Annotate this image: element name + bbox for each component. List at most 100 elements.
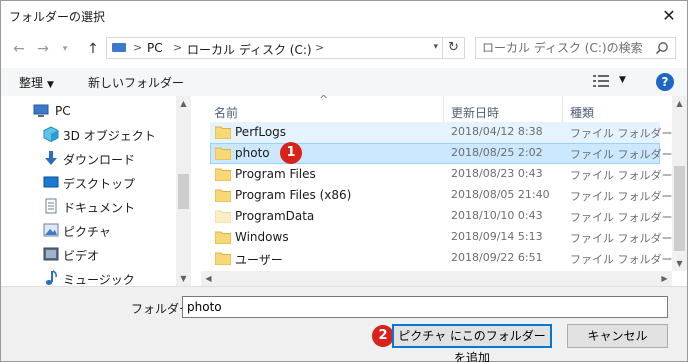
list-item-selected[interactable]: photo 2018/08/25 2:02 ファイル フォルダー [210,143,673,164]
scroll-left-icon[interactable]: ◀ [201,271,216,286]
nav-item-videos[interactable]: ビデオ [1,242,176,266]
breadcrumb-pc[interactable]: PC [147,41,163,55]
file-date: 2018/08/05 21:40 [451,188,550,201]
organize-button[interactable]: 整理 ▼ [19,74,54,91]
nav-label: ダウンロード [63,153,136,167]
breadcrumb-separator-icon[interactable]: > [315,41,324,54]
view-options-icon[interactable] [593,75,609,87]
file-type: ファイル フォルダー [570,190,673,203]
pc-icon [33,104,49,117]
list-item[interactable]: ユーザー 2018/09/22 6:51 ファイル フォルダー [210,248,673,269]
forward-arrow-icon[interactable]: → [33,39,53,59]
file-list: ^ 名前 更新日時 種類 PerfLogs 2018/04/12 8:38 ファ… [201,93,687,286]
file-date: 2018/10/10 0:43 [451,209,543,222]
step-badge-1: 1 [280,142,302,164]
nav-label: ビデオ [63,249,100,263]
file-name: PerfLogs [235,125,287,139]
file-type: ファイル フォルダー [570,148,673,161]
organize-label: 整理 [19,76,44,90]
nav-item-desktop[interactable]: デスクトップ [1,170,176,194]
scroll-down-icon[interactable]: ▼ [672,256,687,271]
file-name: Program Files [235,167,316,181]
list-vertical-scrollbar[interactable]: ▲ ▼ [672,96,687,271]
list-item[interactable]: ProgramData 2018/10/10 0:43 ファイル フォルダー [210,206,673,227]
nav-item-pc[interactable]: PC [1,99,176,123]
folder-icon [215,231,231,244]
list-item[interactable]: PerfLogs 2018/04/12 8:38 ファイル フォルダー [210,122,673,143]
breadcrumb-separator-icon[interactable]: > [133,41,142,54]
file-type: ファイル フォルダー [570,127,673,140]
search-icon[interactable] [655,41,669,55]
list-horizontal-scrollbar[interactable]: ◀ ▶ [201,271,672,286]
folder-icon [215,189,231,202]
file-date: 2018/09/22 6:51 [451,251,543,264]
breadcrumb-separator-icon[interactable]: > [173,41,182,54]
document-icon [45,198,57,214]
file-date: 2018/08/25 2:02 [451,146,543,159]
folder-icon [215,126,231,139]
file-date: 2018/08/23 0:43 [451,167,543,180]
nav-label: PC [55,104,71,118]
file-type: ファイル フォルダー [570,211,673,224]
chevron-down-icon: ▼ [47,80,54,90]
help-icon[interactable]: ? [656,73,674,91]
column-name[interactable]: 名前 [214,104,238,121]
nav-item-3d-objects[interactable]: 3D オブジェクト [1,122,176,146]
back-arrow-icon[interactable]: ← [9,39,29,59]
nav-item-downloads[interactable]: ダウンロード [1,146,176,170]
scroll-right-icon[interactable]: ▶ [657,271,672,286]
scroll-up-icon[interactable]: ▲ [176,96,191,111]
refresh-icon[interactable]: ↻ [442,38,464,58]
desktop-icon [43,176,59,188]
window-title: フォルダーの選択 [9,10,106,24]
file-name: photo [235,146,270,160]
nav-item-pictures[interactable]: ピクチャ [1,218,176,242]
hidden-folder-icon [215,210,231,223]
file-type: ファイル フォルダー [570,253,673,266]
breadcrumb-local-disk[interactable]: ローカル ディスク (C:) [187,41,312,58]
column-date[interactable]: 更新日時 [451,104,499,121]
column-divider[interactable] [562,96,563,122]
column-divider[interactable] [443,96,444,122]
nav-item-documents[interactable]: ドキュメント [1,194,176,218]
folder-name-input[interactable] [182,296,668,318]
scroll-thumb[interactable] [674,166,685,251]
list-item[interactable]: Program Files (x86) 2018/08/05 21:40 ファイ… [210,185,673,206]
video-icon [43,247,59,261]
new-folder-button[interactable]: 新しいフォルダー [88,74,184,91]
file-type: ファイル フォルダー [570,232,673,245]
file-name: ユーザー [235,253,283,267]
navigation-pane: PC 3D オブジェクト ダウンロード デスクトップ ドキュメント ピクチャ ビ… [1,96,191,287]
list-item[interactable]: Windows 2018/09/14 5:13 ファイル フォルダー [210,227,673,248]
drive-icon [112,43,126,52]
file-type: ファイル フォルダー [570,169,673,182]
file-date: 2018/04/12 8:38 [451,125,543,138]
folder-icon [215,252,231,265]
file-name: Program Files (x86) [235,188,352,202]
search-input[interactable] [482,40,647,56]
address-dropdown-icon[interactable]: ▾ [433,42,438,52]
folder-icon [215,168,231,181]
file-name: Windows [235,230,289,244]
sort-ascending-icon: ^ [319,93,329,106]
column-headers: ^ 名前 更新日時 種類 [201,93,661,122]
add-folder-button[interactable]: ピクチャ にこのフォルダーを追加 [392,324,552,362]
scroll-thumb[interactable] [178,174,189,209]
cancel-button[interactable]: キャンセル [567,324,668,348]
search-box[interactable] [475,37,676,59]
column-type[interactable]: 種類 [570,104,594,121]
download-icon [45,151,57,165]
list-item[interactable]: Program Files 2018/08/23 0:43 ファイル フォルダー [210,164,673,185]
close-icon[interactable]: ✕ [657,4,681,28]
folder-icon [215,147,231,160]
nav-scrollbar[interactable]: ▲ ▼ [176,96,191,286]
nav-label: ドキュメント [63,201,136,215]
nav-label: 3D オブジェクト [63,129,156,143]
3d-objects-icon [43,126,59,142]
scroll-up-icon[interactable]: ▲ [672,96,687,111]
address-bar[interactable]: > PC > ローカル ディスク (C:) > ▾ ↻ [106,37,465,59]
up-arrow-icon[interactable]: ↑ [83,39,103,59]
scroll-down-icon[interactable]: ▼ [176,271,191,286]
chevron-down-icon[interactable]: ▼ [619,75,626,85]
recent-locations-chevron-icon[interactable]: ▾ [55,39,75,59]
